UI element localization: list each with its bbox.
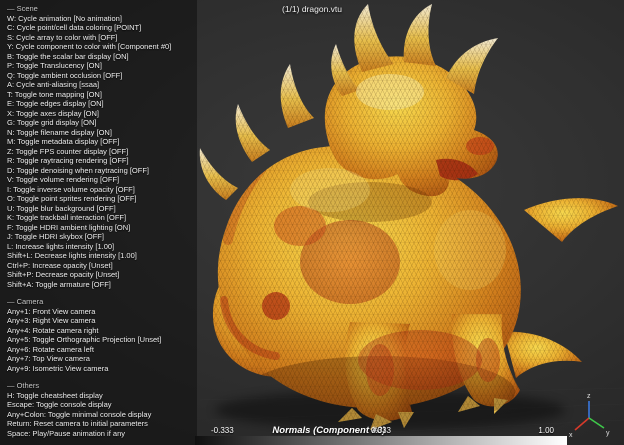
cheatsheet-item: Any+Colon: Toggle minimal console displa… [7,410,191,420]
cheatsheet-item: C: Cycle point/cell data coloring [POINT… [7,23,191,33]
cheatsheet-item: L: Increase lights intensity [1.00] [7,242,191,252]
cheatsheet-panel: — SceneW: Cycle animation [No animation]… [0,0,197,445]
cheatsheet-item: B: Toggle the scalar bar display [ON] [7,52,191,62]
f3d-window: — SceneW: Cycle animation [No animation]… [0,0,624,445]
cheatsheet-item: Any+1: Front View camera [7,307,191,317]
axes-gizmo: z x y [566,391,612,441]
filename-display: (1/1) dragon.vtu [282,4,342,14]
cheatsheet-item: Shift+L: Decrease lights intensity [1.00… [7,251,191,261]
cheatsheet-item: Any+5: Toggle Orthographic Projection [U… [7,335,191,345]
scalar-bar-tick-min: -0.333 [211,426,234,435]
cheatsheet-item: R: Toggle raytracing rendering [OFF] [7,156,191,166]
cheatsheet-item: Any+6: Rotate camera left [7,345,191,355]
cheatsheet-item: Any+4: Rotate camera right [7,326,191,336]
cheatsheet-item: Escape: Toggle console display [7,400,191,410]
cheatsheet-item: X: Toggle axes display [ON] [7,109,191,119]
axis-y-line [589,418,604,428]
cheatsheet-item: J: Toggle HDRI skybox [OFF] [7,232,191,242]
cheatsheet-item: Ctrl+P: Increase opacity [Unset] [7,261,191,271]
cheatsheet-item: K: Toggle trackball interaction [OFF] [7,213,191,223]
cheatsheet-item: U: Toggle blur background [OFF] [7,204,191,214]
cheatsheet-item: Any+3: Right View camera [7,316,191,326]
cheatsheet-item: W: Cycle animation [No animation] [7,14,191,24]
mesh-edges-overlay [190,0,624,432]
scalar-bar-labels: Normals (Component #0) -0.333 0.333 1.00 [195,423,567,436]
cheatsheet-item: Any+9: Isometric View camera [7,364,191,374]
scalar-bar-title: Normals (Component #0) [272,425,385,436]
cheatsheet-item: Y: Cycle component to color with [Compon… [7,42,191,52]
cheatsheet-item: Z: Toggle FPS counter display [OFF] [7,147,191,157]
cheatsheet-item: Shift+P: Decrease opacity [Unset] [7,270,191,280]
cheatsheet-section-title: — Camera [7,297,191,307]
cheatsheet-item: D: Toggle denoising when raytracing [OFF… [7,166,191,176]
scalar-bar-tick-mid: 0.333 [371,426,391,435]
axis-y-label: y [606,430,610,437]
cheatsheet-item: Space: Play/Pause animation if any [7,429,191,439]
scalar-bar: Normals (Component #0) -0.333 0.333 1.00 [195,423,567,445]
cheatsheet-item: F: Toggle HDRI ambient lighting [ON] [7,223,191,233]
cheatsheet-section-title: — Scene [7,4,191,14]
cheatsheet-item: G: Toggle grid display [ON] [7,118,191,128]
cheatsheet-item: Q: Toggle ambient occlusion [OFF] [7,71,191,81]
cheatsheet-item: H: Toggle cheatsheet display [7,391,191,401]
cheatsheet-item: O: Toggle point sprites rendering [OFF] [7,194,191,204]
cheatsheet-item: T: Toggle tone mapping [ON] [7,90,191,100]
cheatsheet-item: E: Toggle edges display [ON] [7,99,191,109]
scalar-bar-tick-max: 1.00 [538,426,554,435]
cheatsheet-item: M: Toggle metadata display [OFF] [7,137,191,147]
cheatsheet-item: S: Cycle array to color with [OFF] [7,33,191,43]
dragon-model [190,0,624,432]
axis-x-label: x [569,432,573,439]
cheatsheet-item: N: Toggle filename display [ON] [7,128,191,138]
cheatsheet-item: Return: Reset camera to initial paramete… [7,419,191,429]
cheatsheet-item: A: Cycle anti-aliasing [ssaa] [7,80,191,90]
cheatsheet-item: V: Toggle volume rendering [OFF] [7,175,191,185]
axis-x-line [575,418,589,430]
cheatsheet-item: Shift+A: Toggle armature [OFF] [7,280,191,290]
cheatsheet-item: Any+7: Top View camera [7,354,191,364]
scalar-bar-gradient [195,436,567,445]
cheatsheet-item: I: Toggle inverse volume opacity [OFF] [7,185,191,195]
cheatsheet-item: P: Toggle Translucency [ON] [7,61,191,71]
axis-z-label: z [587,393,591,400]
cheatsheet-section-title: — Others [7,381,191,391]
